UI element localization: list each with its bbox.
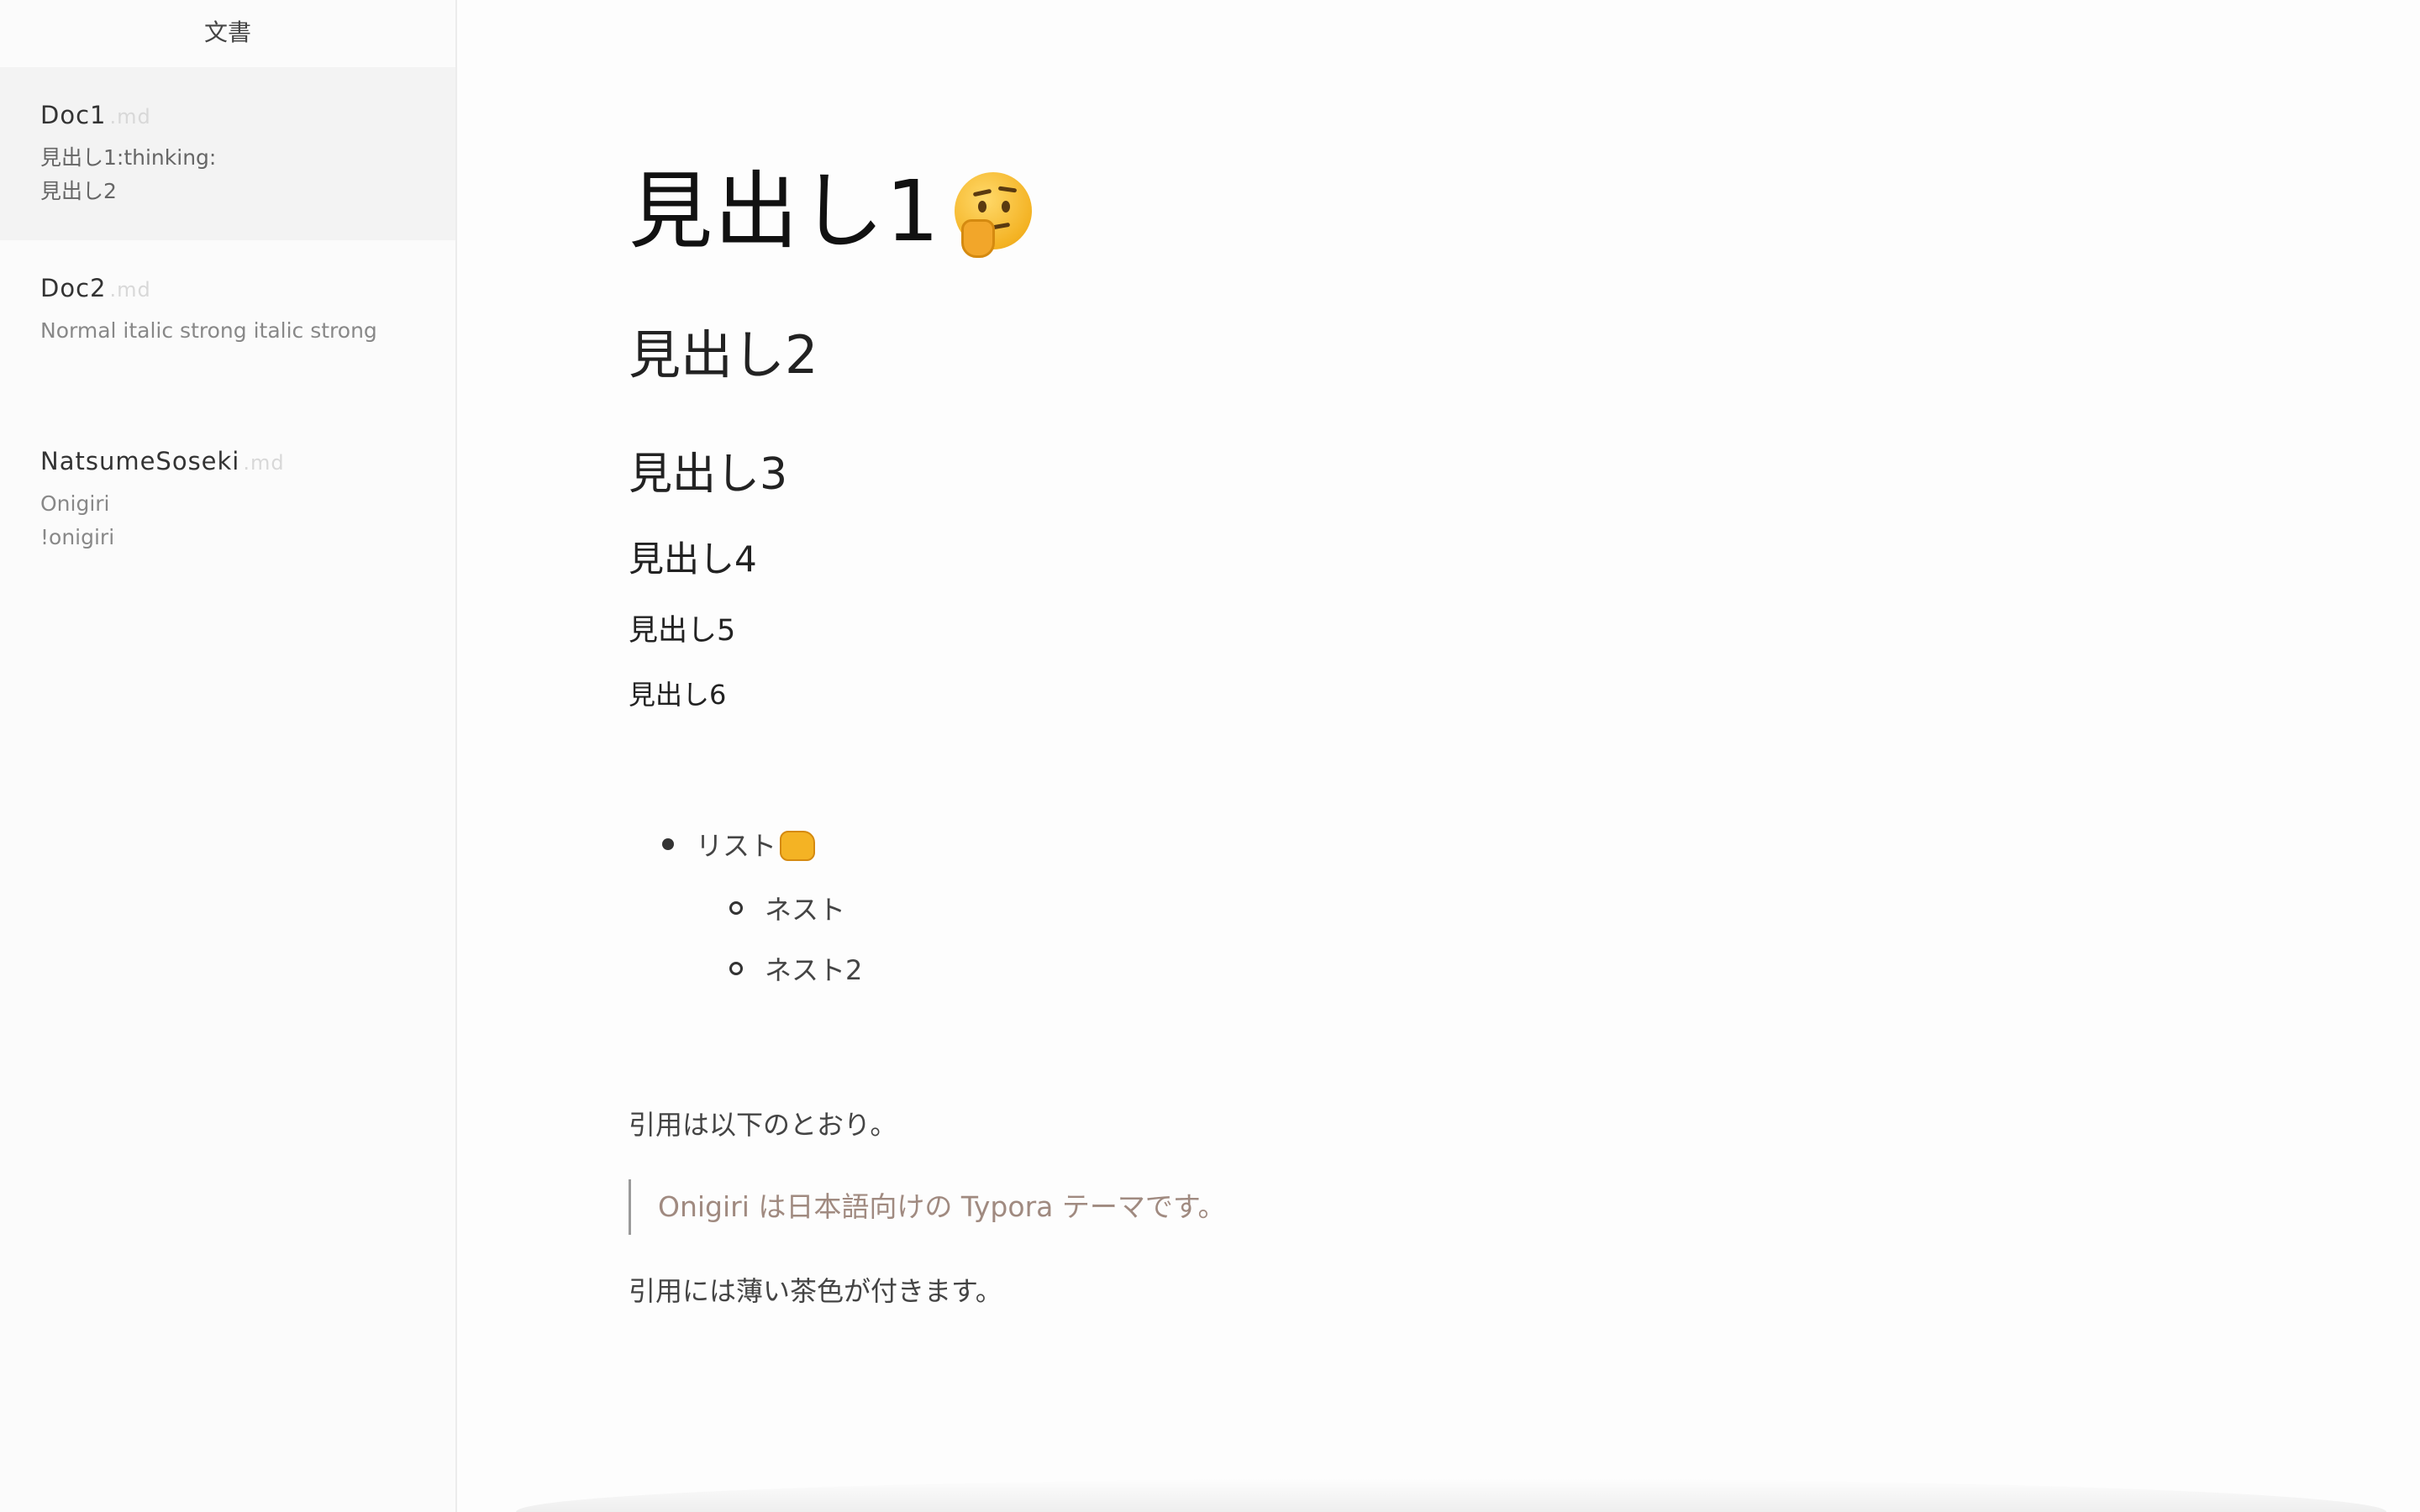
doc-item-doc1[interactable]: Doc1 .md 見出し1:thinking: 見出し2	[0, 67, 455, 240]
heading-5[interactable]: 見出し5	[629, 606, 735, 649]
doc-item-doc2[interactable]: Doc2 .md Normal italic strong italic stro…	[0, 240, 455, 413]
doc-preview: 見出し1:thinking: 見出し2	[40, 145, 217, 203]
heading-2[interactable]: 見出し2	[629, 312, 818, 388]
heading-1-text: 見出し1	[629, 162, 941, 260]
bottom-shadow	[516, 1478, 2386, 1512]
nested-list-item-text: ネスト	[765, 894, 846, 926]
sidebar-title: 文書	[203, 18, 251, 46]
doc-ext: .md	[109, 278, 151, 302]
heading-6[interactable]: 見出し6	[629, 674, 726, 712]
nested-list-item[interactable]: ネスト	[729, 889, 845, 927]
doc-name-text: Doc1	[40, 101, 107, 129]
hollow-bullet-icon	[729, 962, 743, 975]
hollow-bullet-icon	[729, 901, 743, 915]
doc-name: Doc1 .md	[40, 101, 415, 129]
bullet-icon	[662, 838, 674, 850]
editor-content[interactable]: 見出し1 見出し2 見出し3 見出し4 見出し5 見出し6 リスト ネスト ネス…	[457, 0, 2420, 1512]
heading-4[interactable]: 見出し4	[629, 531, 757, 582]
sidebar: 文書 Doc1 .md 見出し1:thinking: 見出し2 Doc2 .md N…	[0, 0, 457, 1512]
thinking-face-icon	[954, 171, 1032, 258]
paragraph[interactable]: 引用には薄い茶色が付きます。	[629, 1270, 1002, 1309]
doc-ext: .md	[243, 451, 285, 475]
list-item-text: リスト	[696, 830, 777, 862]
heading-3[interactable]: 見出し3	[629, 438, 787, 501]
doc-ext: .md	[109, 105, 151, 129]
nested-list-item-text: ネスト2	[765, 954, 863, 986]
doc-preview: Onigiri !onigiri	[40, 491, 115, 549]
doc-item-natsumesoseki[interactable]: NatsumeSoseki .md Onigiri !onigiri	[0, 413, 455, 586]
doc-name: Doc2 .md	[40, 274, 415, 302]
doc-name-text: NatsumeSoseki	[40, 447, 240, 475]
paragraph[interactable]: 引用は以下のとおり。	[629, 1104, 897, 1142]
nested-list-item[interactable]: ネスト2	[729, 949, 862, 988]
fist-bump-icon	[780, 831, 816, 861]
doc-name-text: Doc2	[40, 274, 107, 302]
app-window: 文書 Doc1 .md 見出し1:thinking: 見出し2 Doc2 .md N…	[0, 0, 2420, 1512]
heading-1[interactable]: 見出し1	[629, 143, 1032, 265]
list-item[interactable]: リスト	[662, 825, 816, 864]
doc-name: NatsumeSoseki .md	[40, 447, 415, 475]
blockquote[interactable]: Onigiri は日本語向けの Typora テーマです。	[629, 1179, 1226, 1235]
doc-preview: Normal italic strong italic strong	[40, 318, 377, 343]
